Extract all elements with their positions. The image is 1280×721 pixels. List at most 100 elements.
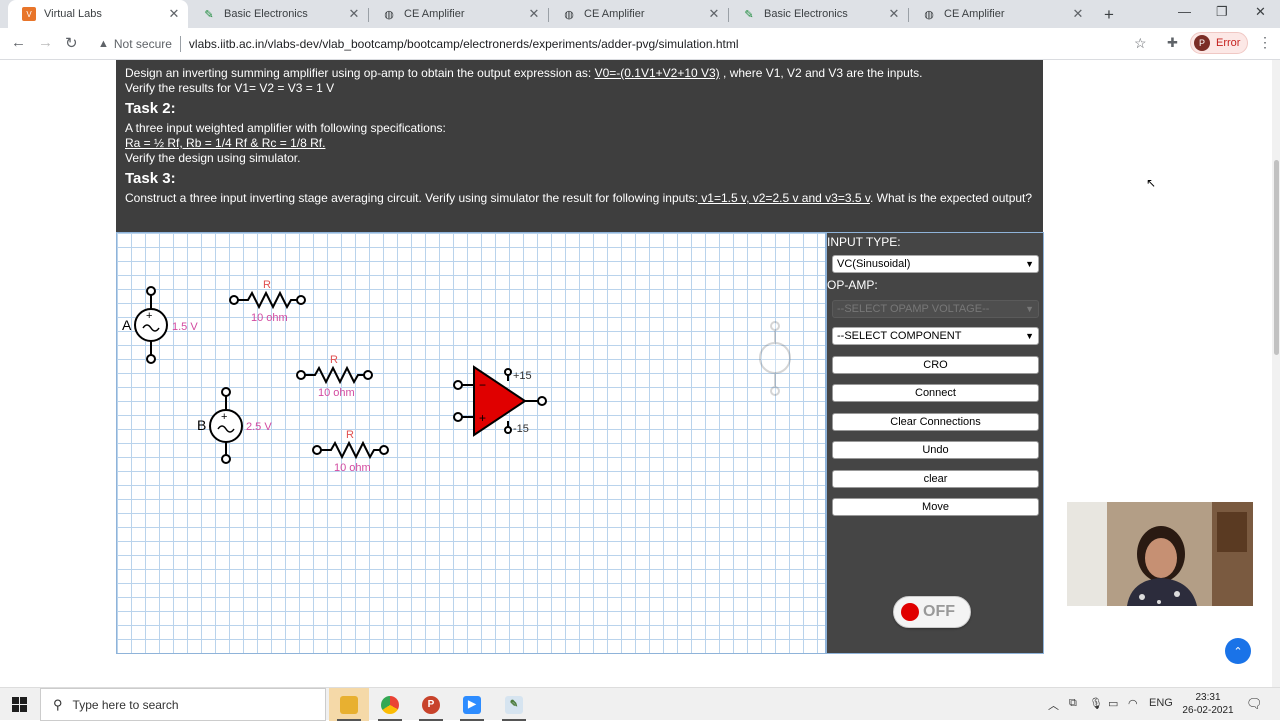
tab-label: Virtual Labs [44, 8, 102, 20]
close-icon[interactable]: ✕ [526, 6, 542, 22]
close-icon[interactable]: ✕ [346, 6, 362, 22]
power-label: OFF [923, 603, 955, 620]
battery-icon[interactable]: ▭ [1108, 697, 1118, 710]
profile-status: Error [1216, 37, 1241, 49]
clock-time: 23:31 [1195, 692, 1221, 703]
circuit-canvas[interactable]: + A 1.5 V + B 2.5 V R 10 ohm R 10 ohm R … [116, 232, 826, 654]
circuit-svg: + A 1.5 V + B 2.5 V R 10 ohm R 10 ohm R … [122, 279, 791, 474]
address-bar[interactable]: ▲ Not secure vlabs.iitb.ac.in/vlabs-dev/… [88, 31, 1160, 57]
windows-taskbar: ⚲ Type here to search P ▶ ✎ ︿ ⧉ 🎙 ▭ ◠ EN… [0, 687, 1280, 721]
folder-icon [340, 695, 358, 714]
new-tab-button[interactable]: + [1104, 5, 1114, 25]
zoom-app[interactable]: ▶ [452, 688, 492, 721]
intro-text: Design an inverting summing amplifier us… [125, 66, 595, 80]
chrome-app[interactable] [370, 688, 410, 721]
undo-button[interactable]: Undo [832, 441, 1039, 459]
virtual-labs-icon: V [22, 7, 36, 21]
svg-text:+: + [221, 411, 227, 423]
power-indicator [901, 603, 919, 621]
close-icon[interactable]: ✕ [166, 6, 182, 22]
resistor-2-r-label: R [330, 354, 338, 366]
ghost-source [759, 321, 791, 396]
scrollbar-thumb[interactable] [1274, 160, 1279, 355]
task2-line: A three input weighted amplifier with fo… [125, 121, 446, 135]
cro-button[interactable]: CRO [832, 356, 1039, 374]
opamp-label: OP-AMP: [827, 278, 878, 292]
tab-label: Basic Electronics [764, 8, 848, 20]
system-clock[interactable]: 23:31 26-02-2021 [1180, 691, 1236, 717]
security-label[interactable]: Not secure [114, 37, 172, 51]
chevron-down-icon: ▼ [1025, 304, 1034, 314]
close-icon[interactable]: ✕ [886, 6, 902, 22]
paint-app[interactable]: ✎ [494, 688, 534, 721]
minimize-button[interactable]: — [1178, 4, 1191, 19]
power-toggle[interactable]: OFF [893, 596, 971, 628]
powerpoint-app[interactable]: P [411, 688, 451, 721]
opamp-select-value: --SELECT OPAMP VOLTAGE-- [837, 303, 990, 315]
paint-brush-icon: ✎ [505, 695, 523, 714]
voltage-source-a[interactable]: + A 1.5 V [122, 286, 198, 364]
tab-ce-amplifier[interactable]: ◍ CE Amplifier ✕ [368, 0, 548, 28]
menu-kebab-icon[interactable]: ⋮ [1258, 34, 1272, 51]
bookmark-star-icon[interactable]: ☆ [1134, 35, 1147, 52]
close-icon[interactable]: ✕ [1070, 6, 1086, 22]
component-select[interactable]: --SELECT COMPONENT ▼ [832, 327, 1039, 345]
taskbar-search[interactable]: ⚲ Type here to search [40, 688, 326, 721]
microphone-icon[interactable]: 🎙 [1089, 697, 1103, 710]
scroll-to-top-button[interactable]: ⌃ [1225, 638, 1251, 664]
file-explorer-app[interactable] [329, 688, 369, 721]
clear-button[interactable]: clear [832, 470, 1039, 488]
tray-chevron-up-icon[interactable]: ︿ [1048, 697, 1059, 713]
move-button[interactable]: Move [832, 498, 1039, 516]
intro-verify: Verify the results for V1= V2 = V3 = 1 V [125, 81, 335, 95]
resistor-1-value: 10 ohm [251, 312, 288, 324]
tab-label: Basic Electronics [224, 8, 308, 20]
clock-date: 26-02-2021 [1182, 705, 1234, 716]
tab-ce-amplifier[interactable]: ◍ CE Amplifier ✕ [908, 0, 1092, 28]
task2-verify: Verify the design using simulator. [125, 151, 301, 165]
page-scrollbar[interactable] [1272, 60, 1280, 687]
clear-connections-button[interactable]: Clear Connections [832, 413, 1039, 431]
task3-prefix: Construct a three input inverting stage … [125, 191, 698, 205]
tray-device-icon[interactable]: ⧉ [1069, 697, 1077, 710]
connect-button[interactable]: Connect [832, 384, 1039, 402]
close-window-button[interactable]: ✕ [1255, 4, 1266, 20]
network-icon[interactable]: ◠ [1128, 697, 1138, 710]
task1-text: Design an inverting summing amplifier us… [125, 66, 1034, 96]
url-text[interactable]: vlabs.iitb.ac.in/vlabs-dev/vlab_bootcamp… [189, 37, 739, 51]
powerpoint-icon: P [422, 695, 440, 714]
maximize-button[interactable]: ❐ [1216, 4, 1228, 20]
resistor-2[interactable]: R 10 ohm [296, 354, 373, 399]
tab-basic-electronics[interactable]: ✎ Basic Electronics ✕ [188, 0, 368, 28]
source-a-label: A [122, 317, 132, 333]
intro-suffix: , where V1, V2 and V3 are the inputs. [719, 66, 923, 80]
task-description-panel: Design an inverting summing amplifier us… [116, 60, 1043, 232]
input-type-select[interactable]: VC(Sinusoidal) ▼ [832, 255, 1039, 273]
resistor-1[interactable]: R 10 ohm [229, 279, 306, 324]
task3-text: Construct a three input inverting stage … [125, 191, 1034, 206]
task3-suffix: . What is the expected output? [869, 191, 1033, 205]
reload-icon[interactable]: ↻ [65, 34, 78, 52]
profile-button[interactable]: P Error [1190, 32, 1248, 54]
svg-text:+: + [146, 310, 152, 322]
tab-basic-electronics[interactable]: ✎ Basic Electronics ✕ [728, 0, 908, 28]
back-arrow-icon[interactable]: ← [11, 34, 26, 51]
resistor-3[interactable]: R 10 ohm [312, 429, 389, 474]
warning-icon[interactable]: ▲ [98, 38, 109, 50]
windows-start-icon[interactable] [12, 697, 27, 712]
language-indicator[interactable]: ENG [1149, 697, 1173, 709]
close-icon[interactable]: ✕ [706, 6, 722, 22]
tab-label: CE Amplifier [584, 8, 645, 20]
forward-arrow-icon[interactable]: → [38, 34, 53, 51]
tab-strip: V Virtual Labs ✕ ✎ Basic Electronics ✕ ◍… [0, 0, 1280, 28]
voltage-source-b[interactable]: + B 2.5 V [197, 387, 272, 464]
notification-icon[interactable]: 🗨 [1246, 696, 1263, 712]
opamp-voltage-select[interactable]: --SELECT OPAMP VOLTAGE-- ▼ [832, 300, 1039, 318]
op-amp[interactable]: − + +15 -15 [453, 365, 547, 437]
tab-virtual-labs[interactable]: V Virtual Labs ✕ [8, 0, 188, 28]
component-select-value: --SELECT COMPONENT [837, 330, 962, 342]
avatar: P [1194, 35, 1210, 51]
extensions-puzzle-icon[interactable]: ✚ [1167, 35, 1178, 51]
search-icon: ⚲ [53, 696, 63, 712]
tab-ce-amplifier[interactable]: ◍ CE Amplifier ✕ [548, 0, 728, 28]
